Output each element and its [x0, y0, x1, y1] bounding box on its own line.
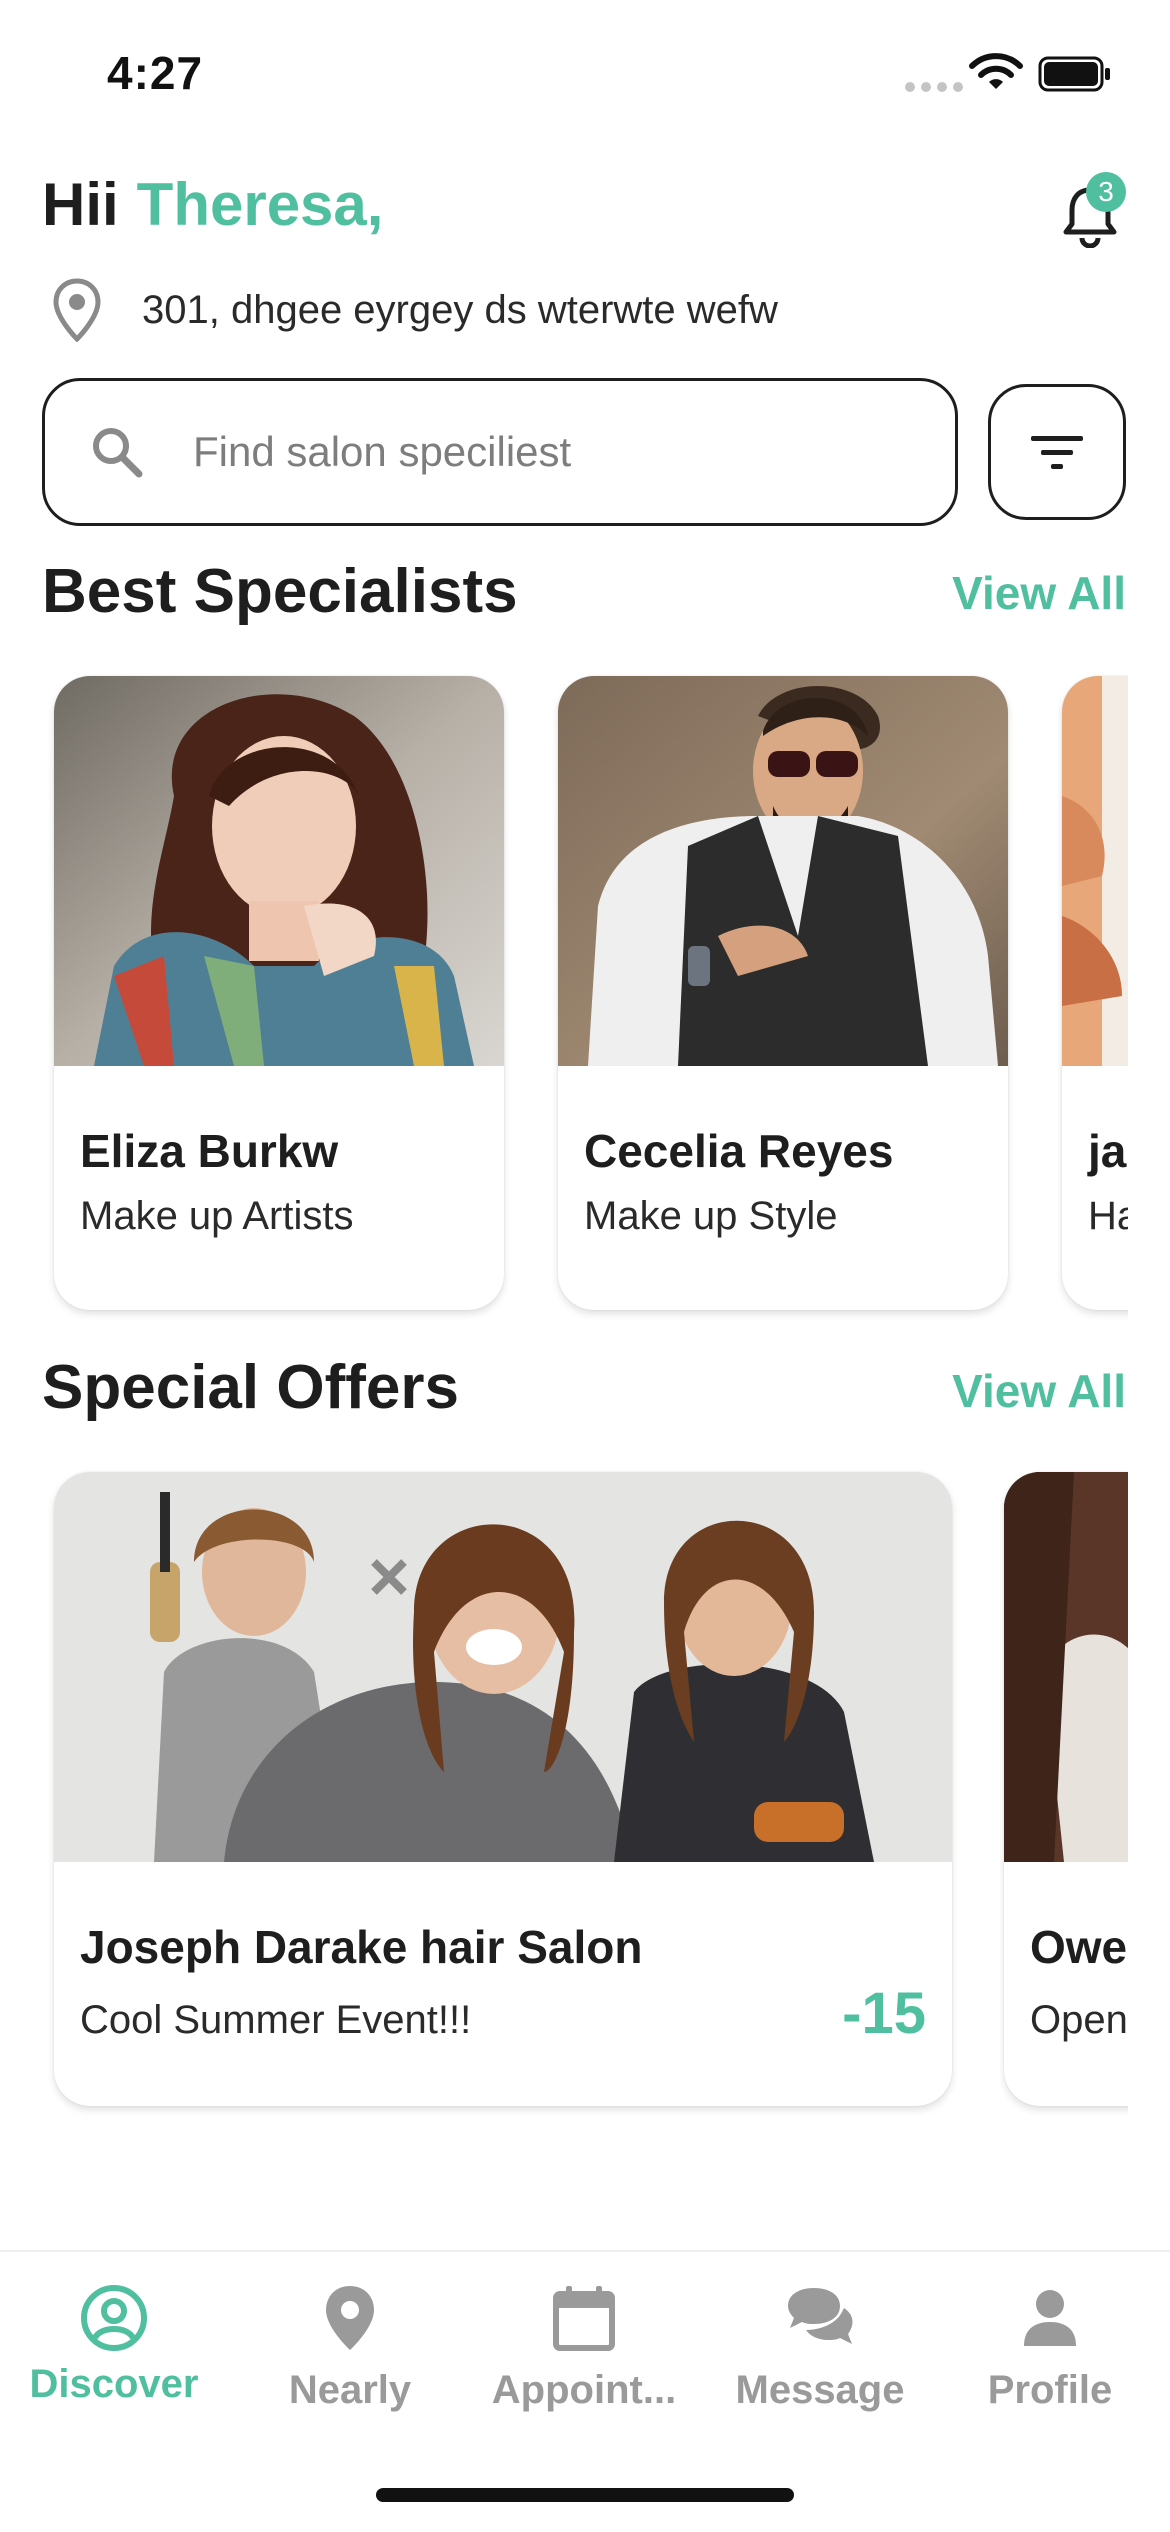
offer-card[interactable]: Owe Open	[1004, 1472, 1128, 2106]
specialist-name: Eliza Burkw	[80, 1125, 339, 1177]
calendar-icon	[553, 2286, 615, 2351]
nav-item-message[interactable]: Message	[720, 2252, 920, 2422]
nav-label: Message	[735, 2368, 905, 2412]
greeting: Hii Theresa,	[42, 170, 383, 239]
wifi-icon	[969, 53, 1023, 89]
specialist-role: Make up Artists	[80, 1194, 354, 1238]
map-pin-icon	[326, 2286, 374, 2350]
specialist-card-clip: ja Ha	[1058, 670, 1128, 1320]
nav-label: Profile	[987, 2368, 1113, 2412]
person-icon	[1024, 2290, 1076, 2346]
specialist-name: Cecelia Reyes	[584, 1125, 894, 1177]
specialist-photo	[1062, 676, 1128, 1066]
offer-subtitle: Cool Summer Event!!!	[80, 1998, 472, 2042]
status-time: 4:27	[107, 47, 204, 99]
search-box[interactable]	[42, 378, 958, 526]
specialist-name: ja	[1088, 1125, 1127, 1177]
offer-card-clip: Owe Open	[1000, 1466, 1128, 2116]
offer-discount: -15	[842, 1981, 926, 2046]
filter-button[interactable]	[988, 384, 1126, 520]
search-input[interactable]	[193, 428, 893, 476]
specialist-photo	[558, 676, 1008, 1066]
nav-label: Nearly	[288, 2368, 412, 2412]
cellular-signal-icon	[905, 82, 963, 92]
greeting-text: Hii	[42, 171, 119, 238]
location-row[interactable]: 301, dhgee eyrgey ds wterwte wefw	[52, 278, 778, 342]
location-text: 301, dhgee eyrgey ds wterwte wefw	[142, 287, 778, 332]
chat-bubbles-icon	[788, 2288, 853, 2344]
offer-photo	[1004, 1472, 1128, 1862]
offer-subtitle: Open	[1030, 1998, 1128, 2042]
specialist-card[interactable]: ja Ha	[1062, 676, 1128, 1310]
specialist-role: Ha	[1088, 1194, 1128, 1238]
filter-icon	[1031, 436, 1083, 469]
user-name: Theresa,	[136, 171, 384, 238]
location-pin-icon	[53, 278, 101, 342]
specialist-photo	[54, 676, 504, 1066]
home-indicator[interactable]	[376, 2488, 794, 2502]
nav-item-discover[interactable]: Discover	[14, 2252, 214, 2422]
status-bar: 4:27	[0, 0, 1170, 150]
specialist-card[interactable]: Cecelia Reyes Make up Style	[558, 676, 1008, 1310]
notification-badge: 3	[1086, 172, 1126, 212]
offer-salon-name: Joseph Darake hair Salon	[80, 1921, 643, 1973]
specialists-view-all-link[interactable]: View All	[952, 566, 1126, 620]
notification-button[interactable]: 3	[1056, 172, 1126, 248]
battery-icon	[1038, 56, 1110, 92]
search-icon	[93, 428, 143, 478]
offer-card[interactable]: Joseph Darake hair Salon Cool Summer Eve…	[54, 1472, 952, 2106]
offer-salon-name: Owe	[1030, 1921, 1128, 1973]
specialists-section-title: Best Specialists	[42, 557, 518, 626]
nav-item-nearly[interactable]: Nearly	[260, 2252, 440, 2422]
nav-item-appointment[interactable]: Appoint...	[476, 2252, 692, 2422]
offer-photo	[54, 1472, 952, 1862]
specialist-card[interactable]: Eliza Burkw Make up Artists	[54, 676, 504, 1310]
offers-section-title: Special Offers	[42, 1353, 459, 1422]
offers-view-all-link[interactable]: View All	[952, 1364, 1126, 1418]
nav-label: Discover	[29, 2362, 199, 2406]
user-circle-icon	[81, 2285, 147, 2351]
specialist-role: Make up Style	[584, 1194, 838, 1238]
nav-label: Appoint...	[491, 2368, 677, 2412]
nav-item-profile[interactable]: Profile	[960, 2252, 1140, 2422]
